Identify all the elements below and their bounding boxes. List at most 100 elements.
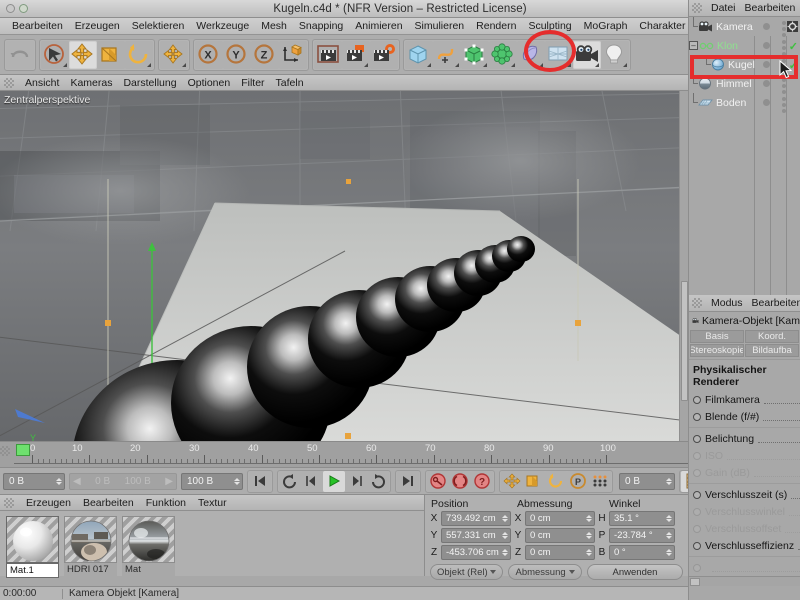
- attr-row-verschlusseffizienz[interactable]: Verschlusseffizienz: [689, 537, 800, 554]
- stepper-icon[interactable]: [501, 547, 508, 559]
- object-row-klon[interactable]: – Klon ✓: [689, 36, 800, 56]
- camera-icon[interactable]: [573, 40, 601, 69]
- material-menu-textur[interactable]: Textur: [198, 497, 227, 509]
- stepper-icon[interactable]: [665, 475, 672, 487]
- object-tag-check-icon[interactable]: ✓: [789, 40, 798, 53]
- panel-grip-icon[interactable]: [0, 446, 10, 456]
- spline-pen-icon[interactable]: [433, 40, 461, 69]
- y-axis-lock-icon[interactable]: Y: [223, 40, 251, 69]
- checkbox-icon[interactable]: [693, 412, 701, 421]
- object-visibility-dot[interactable]: [763, 42, 770, 49]
- object-label-kugel[interactable]: Kugel: [728, 59, 755, 71]
- object-visibility-dot[interactable]: [763, 23, 770, 30]
- rotate-icon[interactable]: [125, 40, 153, 69]
- attr-menu-modus[interactable]: Modus: [711, 297, 743, 309]
- move-axis-icon[interactable]: [160, 40, 188, 69]
- menu-item-simulieren[interactable]: Simulieren: [415, 20, 465, 32]
- step-forward-icon[interactable]: [345, 470, 367, 492]
- nurbs-generator-icon[interactable]: [461, 40, 489, 69]
- coord-size-select[interactable]: Abmessung: [508, 564, 582, 580]
- checkbox-icon[interactable]: [693, 395, 701, 404]
- x-axis-lock-icon[interactable]: X: [195, 40, 223, 69]
- position-z-input[interactable]: -453.706 cm: [441, 545, 511, 560]
- checkbox-icon[interactable]: [693, 434, 701, 443]
- range-next-icon[interactable]: ▶: [165, 476, 173, 487]
- panel-grip-icon[interactable]: [4, 497, 14, 508]
- light-bulb-icon[interactable]: [601, 40, 629, 69]
- array-modeling-icon[interactable]: [489, 40, 517, 69]
- point-level-key-icon[interactable]: [589, 470, 611, 492]
- loop-back-icon[interactable]: [279, 470, 301, 492]
- chevron-down-icon[interactable]: [568, 570, 575, 574]
- menu-item-werkzeuge[interactable]: Werkzeuge: [196, 20, 249, 32]
- z-axis-lock-icon[interactable]: Z: [251, 40, 279, 69]
- viewport-scrollbar-vertical[interactable]: [679, 91, 688, 441]
- material-item[interactable]: Mat.1: [6, 516, 59, 578]
- object-manager[interactable]: Kamera – Klon ✓ Kugel ✓ Himmel Boden: [689, 17, 800, 295]
- scale-icon[interactable]: [97, 40, 125, 69]
- object-label-boden[interactable]: Boden: [716, 97, 746, 109]
- tab-koord[interactable]: Koord.: [745, 330, 799, 343]
- menu-item-rendern[interactable]: Rendern: [476, 20, 516, 32]
- chevron-down-icon[interactable]: [490, 570, 497, 574]
- object-row-kamera[interactable]: Kamera: [689, 17, 800, 37]
- position-y-input[interactable]: 557.331 cm: [441, 528, 511, 543]
- stepper-icon[interactable]: [501, 530, 508, 542]
- material-menu-funktion[interactable]: Funktion: [146, 497, 186, 509]
- menu-item-snapping[interactable]: Snapping: [299, 20, 343, 32]
- stepper-icon[interactable]: [585, 513, 592, 525]
- size-y-input[interactable]: 0 cm: [525, 528, 595, 543]
- render-region-icon[interactable]: [342, 40, 370, 69]
- move-icon[interactable]: [69, 40, 97, 69]
- tab-bildaufbau[interactable]: Bildaufba: [745, 344, 799, 357]
- object-row-boden[interactable]: Boden: [689, 93, 800, 113]
- material-name[interactable]: Mat.1: [6, 563, 59, 578]
- tab-stereoskopie[interactable]: Stereoskopie: [690, 344, 744, 357]
- stepper-icon[interactable]: [665, 513, 672, 525]
- position-x-input[interactable]: 739.492 cm: [441, 511, 511, 526]
- menu-item-animieren[interactable]: Animieren: [355, 20, 402, 32]
- viewport-menu-filter[interactable]: Filter: [241, 77, 264, 89]
- object-tag-dots[interactable]: [782, 40, 786, 56]
- scale-key-icon[interactable]: [523, 470, 545, 492]
- step-back-icon[interactable]: [301, 470, 323, 492]
- deformer-icon[interactable]: [517, 40, 545, 69]
- menu-item-erzeugen[interactable]: Erzeugen: [75, 20, 120, 32]
- size-x-input[interactable]: 0 cm: [525, 511, 595, 526]
- viewport-menu-darstellung[interactable]: Darstellung: [123, 77, 176, 89]
- angle-b-input[interactable]: 0 °: [609, 545, 675, 560]
- viewport-menu-ansicht[interactable]: Ansicht: [25, 77, 59, 89]
- material-menu-erzeugen[interactable]: Erzeugen: [26, 497, 71, 509]
- menu-item-mesh[interactable]: Mesh: [261, 20, 287, 32]
- checkbox-icon[interactable]: [693, 490, 701, 499]
- stepper-icon[interactable]: [55, 475, 62, 487]
- attr-row-belichtung[interactable]: Belichtung: [689, 430, 800, 447]
- range-prev-icon[interactable]: ◀: [73, 476, 81, 487]
- material-item[interactable]: HDRI 017: [64, 516, 117, 578]
- menu-item-selektieren[interactable]: Selektieren: [132, 20, 185, 32]
- viewport-menu-kameras[interactable]: Kameras: [70, 77, 112, 89]
- camera-tag-icon[interactable]: [787, 21, 798, 32]
- material-name[interactable]: Mat: [122, 563, 175, 576]
- key-help-icon[interactable]: ?: [471, 470, 493, 492]
- angle-p-input[interactable]: -23.784 °: [609, 528, 675, 543]
- attr-row-filmkamera[interactable]: Filmkamera: [689, 391, 800, 408]
- material-item[interactable]: Mat: [122, 516, 175, 578]
- stepper-icon[interactable]: [501, 513, 508, 525]
- end-frame-field[interactable]: 100 B: [181, 472, 243, 490]
- viewport-menu-optionen[interactable]: Optionen: [188, 77, 231, 89]
- material-thumbnail[interactable]: [122, 516, 175, 563]
- stepper-icon[interactable]: [585, 547, 592, 559]
- object-visibility-dot[interactable]: [763, 61, 770, 68]
- viewport-3d[interactable]: Zentralperspektive Y: [0, 91, 688, 441]
- menu-item-sculpting[interactable]: Sculpting: [528, 20, 571, 32]
- coord-mode-select[interactable]: Objekt (Rel): [430, 564, 504, 580]
- material-menu-bearbeiten[interactable]: Bearbeiten: [83, 497, 134, 509]
- menu-item-bearbeiten[interactable]: Bearbeiten: [12, 20, 63, 32]
- stepper-icon[interactable]: [665, 547, 672, 559]
- panel-grip-icon[interactable]: [692, 3, 702, 13]
- object-menu-datei[interactable]: Datei: [711, 2, 736, 14]
- jump-to-end-icon[interactable]: [397, 470, 419, 492]
- checkbox-icon[interactable]: [693, 541, 701, 550]
- object-visibility-dot[interactable]: [763, 80, 770, 87]
